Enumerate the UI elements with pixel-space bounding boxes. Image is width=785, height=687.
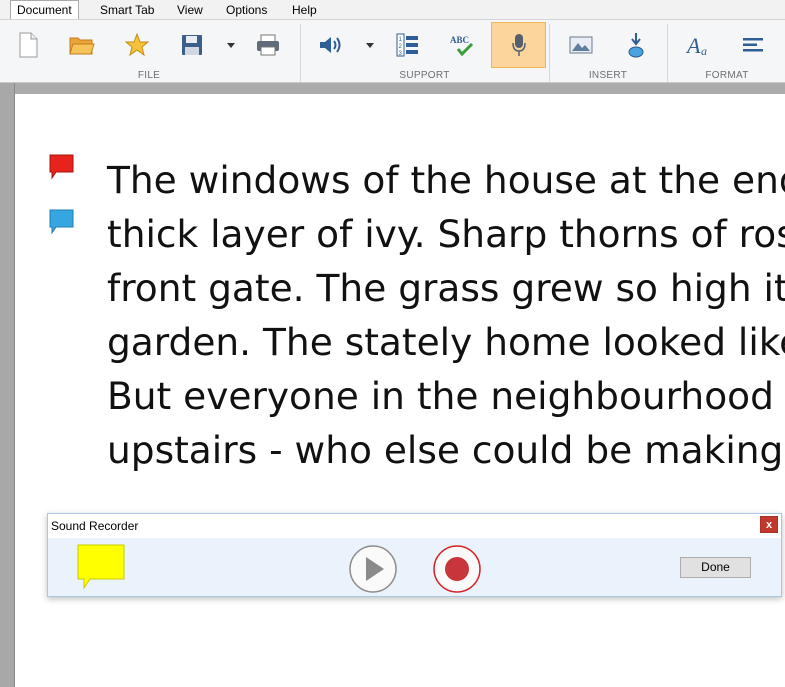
align-button[interactable]: [734, 22, 772, 68]
spellcheck-icon: ABC: [450, 35, 474, 57]
open-button[interactable]: [63, 22, 101, 68]
group-separator: [300, 24, 301, 82]
menu-bar: Document Smart Tab View Options Help: [0, 0, 785, 20]
close-button[interactable]: x: [760, 516, 778, 533]
menu-help[interactable]: Help: [292, 0, 317, 19]
print-icon: [257, 34, 279, 56]
save-icon: [182, 35, 202, 55]
numbered-list-icon: 1 2 3: [396, 33, 418, 57]
speak-dropdown-icon[interactable]: [365, 40, 375, 50]
save-dropdown-icon[interactable]: [226, 40, 236, 50]
dialog-title: Sound Recorder: [51, 519, 139, 533]
text-line: But everyone in the neighbourhood k: [107, 374, 785, 418]
svg-text:A: A: [685, 33, 701, 58]
menu-view[interactable]: View: [177, 0, 203, 19]
insert-object-icon: [628, 33, 644, 58]
insert-object-button[interactable]: [617, 22, 655, 68]
menu-options[interactable]: Options: [226, 0, 267, 19]
group-label-support: SUPPORT: [399, 70, 450, 81]
microphone-icon: [511, 34, 526, 56]
save-button[interactable]: [173, 22, 211, 68]
spellcheck-button[interactable]: ABC: [444, 22, 482, 68]
document-text[interactable]: The windows of the house at the end thic…: [107, 153, 785, 477]
font-icon: A a: [685, 33, 707, 58]
menu-document[interactable]: Document: [10, 0, 79, 20]
text-line: thick layer of ivy. Sharp thorns of rose: [107, 212, 785, 256]
group-separator: [549, 24, 550, 82]
text-line: The windows of the house at the end: [107, 158, 785, 202]
font-button[interactable]: A a: [680, 22, 718, 68]
ribbon-toolbar: FILE 1 2 3 ABC SUPPORT INSERT A a FORMAT: [0, 19, 785, 83]
text-line: front gate. The grass grew so high it c: [107, 266, 785, 310]
svg-text:a: a: [701, 44, 707, 58]
align-left-icon: [743, 38, 763, 52]
dialog-title-bar[interactable]: Sound Recorder x: [48, 514, 781, 538]
image-icon: [569, 36, 593, 54]
open-folder-icon: [69, 37, 95, 55]
menu-smart-tab[interactable]: Smart Tab: [100, 0, 154, 19]
left-margin-bar: [0, 83, 15, 687]
svg-text:ABC: ABC: [450, 35, 469, 45]
new-document-icon: [19, 32, 38, 58]
text-line: upstairs - who else could be making t: [107, 428, 785, 472]
done-button[interactable]: Done: [680, 557, 751, 578]
group-separator: [667, 24, 668, 82]
group-label-file: FILE: [137, 70, 161, 81]
record-icon: [445, 557, 469, 581]
insert-image-button[interactable]: [562, 22, 600, 68]
speak-button[interactable]: [312, 22, 350, 68]
group-label-insert: INSERT: [588, 70, 628, 81]
yellow-note-icon: [77, 544, 125, 590]
favorites-button[interactable]: [118, 22, 156, 68]
numbered-list-button[interactable]: 1 2 3: [389, 22, 427, 68]
record-button[interactable]: [491, 22, 546, 68]
print-button[interactable]: [249, 22, 287, 68]
star-icon: [124, 32, 150, 57]
record-button-dialog[interactable]: [432, 544, 482, 594]
group-label-format: FORMAT: [705, 70, 749, 81]
new-document-button[interactable]: [9, 22, 47, 68]
play-button[interactable]: [348, 544, 398, 594]
text-line: garden. The stately home looked like: [107, 320, 785, 364]
speaker-icon: [320, 37, 341, 53]
red-note-icon[interactable]: [49, 154, 74, 180]
sound-recorder-dialog: Sound Recorder x Done: [47, 513, 782, 597]
blue-note-icon[interactable]: [49, 209, 74, 235]
